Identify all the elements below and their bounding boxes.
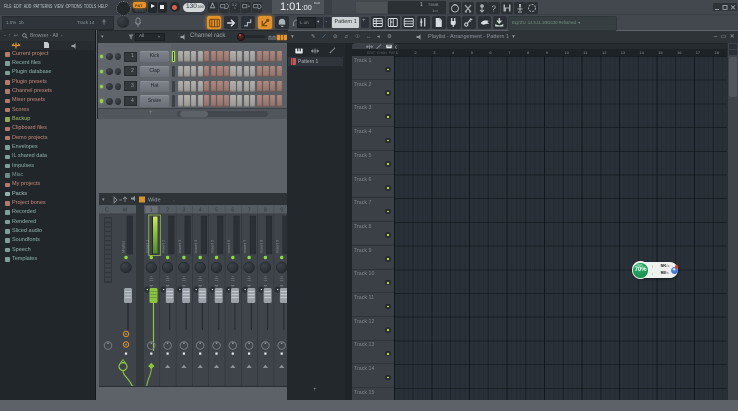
svg-text:Insert 5: Insert 5 [210,239,215,253]
svg-text:M: M [123,208,127,214]
svg-text:8: 8 [264,208,267,214]
svg-text:4: 4 [199,208,202,214]
svg-text:Wide: Wide [148,198,161,204]
svg-text:2: 2 [166,208,169,214]
svg-text:7: 7 [248,208,251,214]
svg-text:-: - [173,198,175,204]
svg-text:Insert 3: Insert 3 [177,239,182,253]
svg-text:5: 5 [215,208,218,214]
svg-text:Insert 9: Insert 9 [275,239,280,253]
svg-text:Master: Master [121,240,126,253]
svg-text:Insert 2: Insert 2 [161,239,166,253]
svg-text:3: 3 [183,208,186,214]
svg-text:Insert 6: Insert 6 [226,239,231,253]
svg-text:9: 9 [280,208,283,214]
svg-text:C: C [105,208,109,214]
svg-text:Insert 7: Insert 7 [242,239,247,253]
svg-text:?: ? [492,4,497,13]
svg-text:6: 6 [231,208,234,214]
svg-text:1: 1 [150,208,153,214]
svg-text:Insert 8: Insert 8 [258,239,263,253]
svg-text:Insert 4: Insert 4 [193,239,198,253]
